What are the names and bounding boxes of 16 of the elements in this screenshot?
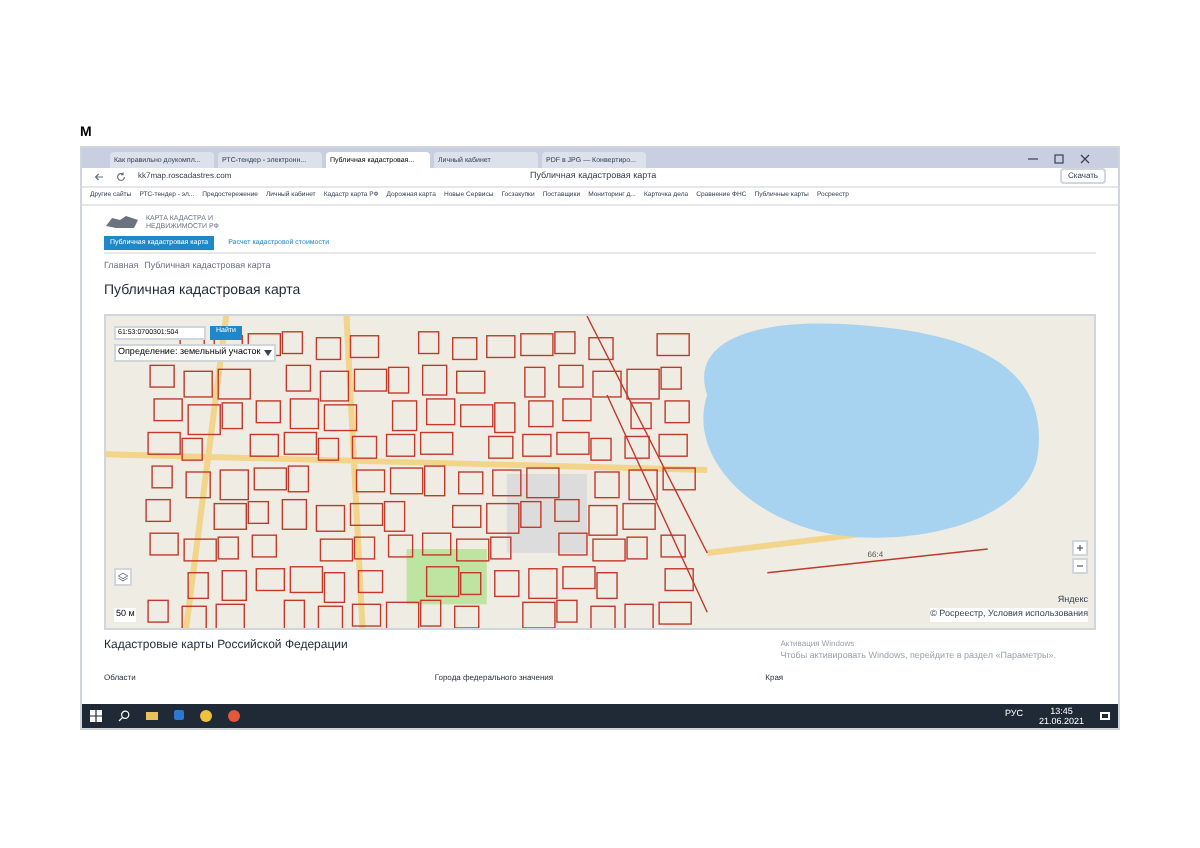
search-icon[interactable] xyxy=(118,709,130,721)
folder-icon[interactable] xyxy=(146,711,158,719)
caret-icon xyxy=(264,350,273,357)
close-icon[interactable] xyxy=(1080,153,1090,163)
notification-icon[interactable] xyxy=(1100,711,1110,719)
reload-icon[interactable] xyxy=(116,171,126,181)
zoom-out-button[interactable] xyxy=(1072,558,1088,574)
browser-icon[interactable] xyxy=(200,709,212,721)
map-logo-icon xyxy=(104,213,140,229)
back-icon[interactable] xyxy=(94,171,104,181)
zoom-in-button[interactable] xyxy=(1072,540,1088,556)
layers-button[interactable] xyxy=(114,568,132,586)
maximize-icon[interactable] xyxy=(1054,153,1064,163)
minimize-icon[interactable] xyxy=(1028,153,1038,163)
browser-icon[interactable] xyxy=(228,709,240,721)
windows-start-icon[interactable] xyxy=(90,709,102,721)
